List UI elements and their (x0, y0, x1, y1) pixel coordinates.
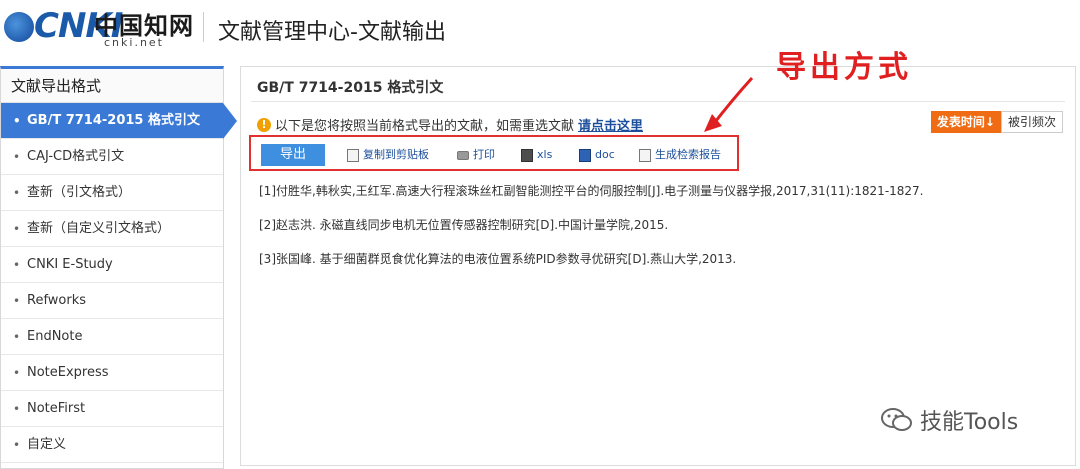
reference-list: [1]付胜华,韩秋实,王红军.高速大行程滚珠丝杠副智能测控平台的伺服控制[J].… (259, 183, 924, 285)
sidebar-item-label: NoteFirst (27, 401, 86, 416)
clipboard-icon (347, 148, 359, 162)
active-pointer-icon (223, 103, 237, 139)
list-item: [3]张国峰. 基于细菌群觅食优化算法的电液位置系统PID参数寻优研究[D].燕… (259, 252, 737, 266)
sidebar-item-noteexpress[interactable]: NoteExpress (1, 355, 223, 391)
report-label: 生成检索报告 (655, 148, 721, 161)
sidebar-item-notefirst[interactable]: NoteFirst (1, 391, 223, 427)
format-list: GB/T 7714-2015 格式引文 CAJ-CD格式引文 查新（引文格式） … (1, 103, 237, 463)
copy-label: 复制到剪贴板 (363, 148, 429, 161)
panel-divider (251, 101, 1065, 102)
print-label: 打印 (473, 148, 495, 161)
app-header: CNKI 中国知网 cnki.net 文献管理中心-文献输出 (0, 0, 1080, 58)
export-toolbar: 导出 复制到剪贴板 打印 xls doc 生成检索报告 (249, 135, 739, 171)
word-icon (579, 148, 591, 162)
sidebar-item-cajcd[interactable]: CAJ-CD格式引文 (1, 139, 223, 175)
xls-label: xls (537, 148, 553, 161)
excel-icon (521, 148, 533, 162)
sort-by-citations-button[interactable]: 被引频次 (1000, 111, 1063, 133)
print-button[interactable]: 打印 (457, 145, 495, 165)
sidebar-item-label: 查新（引文格式） (27, 185, 132, 200)
sidebar-item-estudy[interactable]: CNKI E-Study (1, 247, 223, 283)
notice-text: 以下是您将按照当前格式导出的文献，如需重选文献 (275, 119, 575, 134)
watermark: 技能Tools (880, 404, 1018, 436)
sidebar-item-gbt7714[interactable]: GB/T 7714-2015 格式引文 (1, 103, 237, 139)
globe-icon (4, 12, 34, 42)
sort-by-date-button[interactable]: 发表时间↓ (930, 111, 1001, 133)
generate-report-button[interactable]: 生成检索报告 (639, 145, 721, 165)
sidebar-title: 文献导出格式 (1, 69, 223, 103)
export-xls-button[interactable]: xls (521, 145, 552, 165)
sidebar-item-label: CNKI E-Study (27, 257, 113, 272)
sidebar-item-label: NoteExpress (27, 365, 109, 380)
sidebar-item-label: EndNote (27, 329, 83, 344)
copy-clipboard-button[interactable]: 复制到剪贴板 (347, 145, 429, 165)
printer-icon (457, 150, 469, 160)
watermark-text: 技能Tools (920, 410, 1019, 435)
doc-label: doc (595, 148, 615, 161)
header-divider (203, 12, 204, 42)
sidebar-item-label: 查新（自定义引文格式） (27, 221, 171, 236)
export-format-sidebar: 文献导出格式 GB/T 7714-2015 格式引文 CAJ-CD格式引文 查新… (0, 66, 237, 469)
logo-url-text: cnki.net (104, 36, 164, 49)
sidebar-item-label: CAJ-CD格式引文 (27, 149, 125, 164)
sidebar-item-chaxin[interactable]: 查新（引文格式） (1, 175, 223, 211)
panel-title: GB/T 7714-2015 格式引文 (257, 80, 444, 96)
sidebar-item-label: GB/T 7714-2015 格式引文 (27, 113, 201, 128)
warning-icon: ! (257, 117, 271, 132)
sidebar-item-custom[interactable]: 自定义 (1, 427, 223, 463)
cnki-logo[interactable]: CNKI 中国知网 cnki.net (4, 4, 194, 54)
list-item: [2]赵志洪. 永磁直线同步电机无位置传感器控制研究[D].中国计量学院,201… (259, 218, 669, 232)
sidebar-item-chaxin-custom[interactable]: 查新（自定义引文格式） (1, 211, 223, 247)
wechat-icon (881, 408, 912, 431)
export-button[interactable]: 导出 (261, 144, 325, 166)
sidebar-item-label: 自定义 (27, 437, 67, 452)
annotation-label: 导出方式 (776, 50, 912, 85)
sidebar-item-label: Refworks (27, 293, 87, 308)
page-title: 文献管理中心-文献输出 (218, 20, 446, 45)
export-doc-button[interactable]: doc (579, 145, 615, 165)
reselect-link[interactable]: 请点击这里 (578, 115, 643, 134)
sidebar-item-refworks[interactable]: Refworks (1, 283, 223, 319)
list-item: [1]付胜华,韩秋实,王红军.高速大行程滚珠丝杠副智能测控平台的伺服控制[J].… (259, 184, 924, 198)
sidebar-item-endnote[interactable]: EndNote (1, 319, 223, 355)
sort-buttons: 发表时间↓ 被引频次 (930, 111, 1063, 133)
notice-bar: ! 以下是您将按照当前格式导出的文献，如需重选文献 请点击这里 (257, 115, 643, 134)
report-icon (639, 148, 651, 162)
